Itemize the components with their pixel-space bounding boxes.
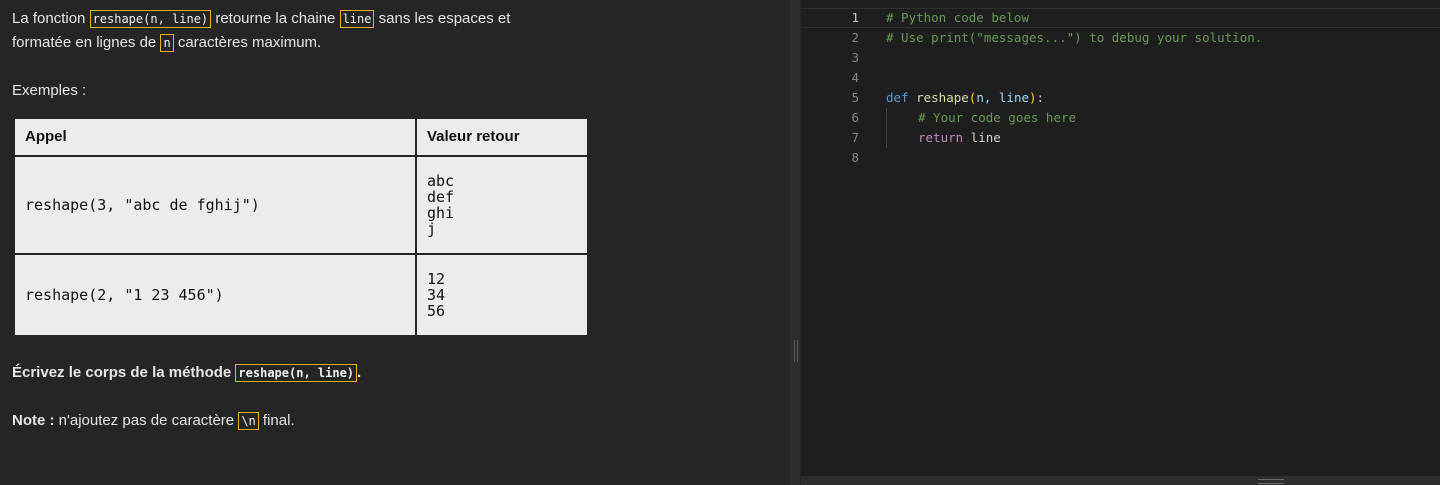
write-body-text: . <box>357 364 362 381</box>
line-number: 1 <box>851 10 859 25</box>
intro-text: formatée en lignes de <box>12 34 161 51</box>
inline-code-reshape: reshape(n, line) <box>89 10 212 28</box>
line-number: 5 <box>851 90 859 105</box>
intro-text: retourne la chaine <box>211 10 340 27</box>
code-comment[interactable]: # Python code below <box>886 9 1029 27</box>
return-value: line <box>963 130 1001 145</box>
resize-grip-icon[interactable] <box>1258 479 1284 484</box>
inline-code-n: n <box>160 34 174 52</box>
line-number: 2 <box>851 30 859 45</box>
line-number: 6 <box>851 110 859 125</box>
line-number: 8 <box>851 150 859 165</box>
colon: : <box>1036 90 1045 105</box>
inline-code-reshape: reshape(n, line) <box>235 364 358 382</box>
note-text: n'ajoutez pas de caractère <box>54 412 239 429</box>
pane-splitter[interactable] <box>790 0 800 485</box>
write-body-text: Écrivez le corps de la méthode <box>12 364 236 381</box>
note-paragraph: Note : n'ajoutez pas de caractère \n fin… <box>12 409 778 433</box>
instructions-panel: La fonction reshape(n, line) retourne la… <box>0 0 790 485</box>
code-line-6[interactable]: 6 # Your code goes here <box>801 108 1440 128</box>
intro-paragraph: La fonction reshape(n, line) retourne la… <box>12 0 778 55</box>
table-cell-call: reshape(3, "abc de fghij") <box>13 155 417 255</box>
code-line-8[interactable]: 8 <box>801 148 1440 168</box>
table-cell-result: 12 34 56 <box>415 253 589 337</box>
function-params: n, line <box>976 90 1030 105</box>
code-line-7[interactable]: 7 return line <box>801 128 1440 148</box>
table-header-return: Valeur retour <box>415 117 589 157</box>
paren-close: ) <box>1029 90 1037 105</box>
keyword-return: return <box>918 130 964 145</box>
table-header-call: Appel <box>13 117 417 157</box>
intro-text: La fonction <box>12 10 90 27</box>
inline-code-newline: \n <box>238 412 259 430</box>
code-comment[interactable]: # Use print("messages...") to debug your… <box>886 28 1262 48</box>
code-line-1[interactable]: 1 # Python code below <box>801 8 1440 28</box>
examples-table: Appel Valeur retour reshape(3, "abc de f… <box>13 117 589 337</box>
intro-text: caractères maximum. <box>173 34 322 51</box>
code-comment[interactable]: # Your code goes here <box>918 108 1076 128</box>
write-body-paragraph: Écrivez le corps de la méthode reshape(n… <box>12 361 778 385</box>
code-editor[interactable]: 1 # Python code below 2 # Use print("mes… <box>801 0 1440 476</box>
table-row: reshape(2, "1 23 456") 12 34 56 <box>13 253 589 337</box>
function-name: reshape <box>916 90 969 105</box>
editor-resize-bar[interactable] <box>801 476 1440 485</box>
table-row: reshape(3, "abc de fghij") abc def ghi j <box>13 155 589 255</box>
note-text: final. <box>258 412 295 429</box>
examples-label: Exemples : <box>12 82 87 99</box>
code-line-2[interactable]: 2 # Use print("messages...") to debug yo… <box>801 28 1440 48</box>
line-number: 3 <box>851 50 859 65</box>
keyword-def: def <box>886 90 909 105</box>
code-def[interactable]: def reshape(n, line): <box>886 88 1044 108</box>
splitter-grip-icon[interactable] <box>794 340 798 362</box>
code-return[interactable]: return line <box>918 128 1001 148</box>
line-number: 4 <box>851 70 859 85</box>
table-cell-result: abc def ghi j <box>415 155 589 255</box>
code-line-5[interactable]: 5 def reshape(n, line): <box>801 88 1440 108</box>
indent-guide <box>886 108 887 148</box>
note-label: Note : <box>12 412 55 429</box>
line-number: 7 <box>851 130 859 145</box>
code-line-3[interactable]: 3 <box>801 48 1440 68</box>
inline-code-line: line <box>339 10 375 28</box>
intro-text: sans les espaces et <box>374 10 511 27</box>
table-cell-call: reshape(2, "1 23 456") <box>13 253 417 337</box>
code-line-4[interactable]: 4 <box>801 68 1440 88</box>
